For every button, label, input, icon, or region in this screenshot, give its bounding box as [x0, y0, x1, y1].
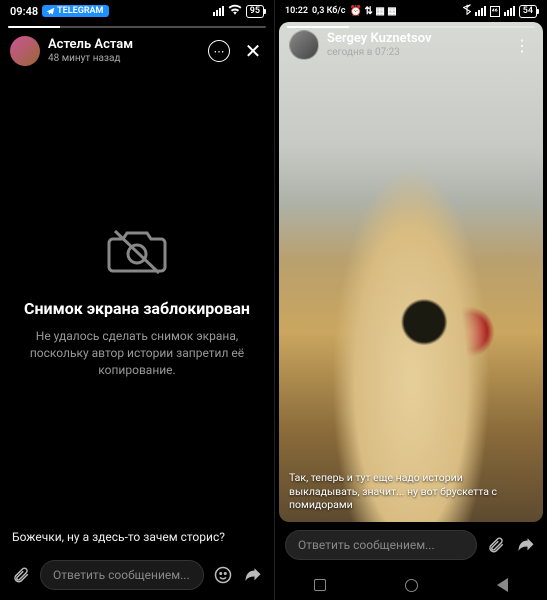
- status-time: 09:48: [10, 5, 38, 18]
- story-header: Астель Астам 48 минут назад ⋯ ✕: [0, 28, 274, 74]
- nav-back-icon[interactable]: [497, 578, 508, 592]
- status-icons: ⏰ ⇅ ▦ ▦: [350, 6, 397, 17]
- blocked-screenshot-panel: Снимок экрана заблокирован Не удалось сд…: [0, 74, 274, 530]
- story-caption: Так, теперь и тут еще надо истории выкла…: [289, 471, 533, 512]
- camera-blocked-icon: [105, 225, 169, 281]
- attach-icon[interactable]: [10, 564, 32, 586]
- emoji-icon[interactable]: [212, 564, 234, 586]
- left-phone: 09:48 TELEGRAM 95 Астель Астам 48 минут …: [0, 0, 274, 600]
- bluetooth-icon: [463, 4, 471, 18]
- reply-bar: Ответить сообщением...: [0, 552, 274, 600]
- more-icon[interactable]: ⋮: [511, 34, 533, 56]
- story-time: сегодня в 07:23: [327, 47, 432, 58]
- right-phone: 10:22 0,3 Кб/с ⏰ ⇅ ▦ ▦ ⁴⁶ 54 Sergey Kuzn…: [274, 0, 547, 600]
- share-icon[interactable]: [242, 564, 264, 586]
- signal-icon: [213, 6, 224, 16]
- volte-icon: ⁴⁶: [490, 6, 500, 17]
- more-icon[interactable]: ⋯: [208, 40, 230, 62]
- user-name[interactable]: Sergey Kuznetsov: [327, 32, 432, 46]
- nav-recent-icon[interactable]: [314, 579, 326, 591]
- status-net: 0,3 Кб/с: [312, 6, 345, 16]
- signal-icon: [475, 6, 486, 16]
- close-icon[interactable]: ✕: [242, 40, 264, 62]
- telegram-pill[interactable]: TELEGRAM: [42, 5, 109, 17]
- battery-indicator: 95: [246, 5, 264, 18]
- signal-icon-2: [504, 6, 515, 16]
- status-bar-right: 10:22 0,3 Кб/с ⏰ ⇅ ▦ ▦ ⁴⁶ 54: [275, 0, 547, 22]
- android-nav-bar: [275, 570, 547, 600]
- avatar[interactable]: [10, 36, 40, 66]
- story-caption: Божечки, ну а здесь-то зачем сторис?: [0, 530, 274, 552]
- status-time: 10:22: [285, 6, 308, 16]
- share-icon[interactable]: [515, 534, 537, 556]
- story-time: 48 минут назад: [48, 53, 133, 64]
- story-header: Sergey Kuznetsov сегодня в 07:23 ⋮: [279, 22, 543, 68]
- reply-input[interactable]: Ответить сообщением...: [285, 530, 477, 560]
- avatar[interactable]: [289, 30, 319, 60]
- battery-indicator: 54: [519, 5, 537, 18]
- blocked-description: Не удалось сделать снимок экрана, поскол…: [22, 328, 252, 378]
- story-image[interactable]: Sergey Kuznetsov сегодня в 07:23 ⋮ Так, …: [279, 22, 543, 522]
- user-name[interactable]: Астель Астам: [48, 38, 133, 52]
- reply-bar: Ответить сообщением...: [275, 522, 547, 570]
- wifi-icon: [228, 4, 242, 18]
- attach-icon[interactable]: [485, 534, 507, 556]
- status-bar-left: 09:48 TELEGRAM 95: [0, 0, 274, 22]
- blocked-title: Снимок экрана заблокирован: [24, 299, 250, 318]
- nav-home-icon[interactable]: [405, 579, 418, 592]
- reply-input[interactable]: Ответить сообщением...: [40, 560, 204, 590]
